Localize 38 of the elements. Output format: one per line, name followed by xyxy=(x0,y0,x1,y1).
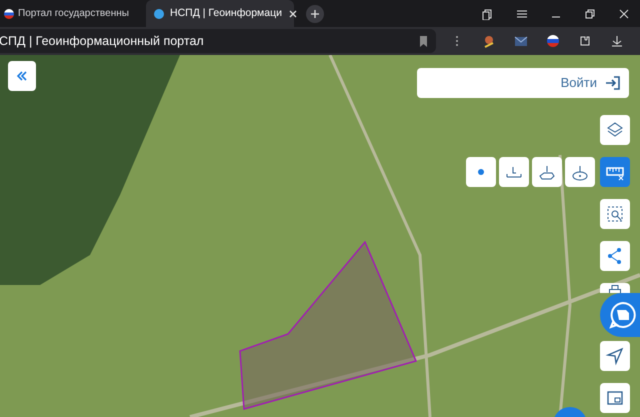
login-button[interactable]: Войти xyxy=(417,68,629,98)
close-icon[interactable] xyxy=(288,8,298,18)
download-icon[interactable] xyxy=(610,34,624,48)
tab-title: Портал государственны xyxy=(18,7,130,21)
ellipse-tool-button[interactable] xyxy=(565,157,595,187)
browser-tab[interactable]: НСПД | Геоинформаци xyxy=(146,0,294,27)
area-tool-button[interactable] xyxy=(532,157,562,187)
restore-icon[interactable] xyxy=(584,8,596,20)
tabs-icon[interactable] xyxy=(482,8,494,20)
print-tool-button[interactable] xyxy=(600,283,630,293)
favicon-icon xyxy=(4,8,14,18)
tab-title: НСПД | Геоинформаци xyxy=(170,6,282,21)
login-icon xyxy=(605,75,621,91)
layers-tool-button[interactable] xyxy=(600,115,630,145)
select-tool-button[interactable] xyxy=(600,199,630,229)
favicon-icon xyxy=(154,8,164,18)
selection-zoom-icon xyxy=(605,204,625,224)
collapse-panel-button[interactable] xyxy=(8,61,36,91)
plus-icon xyxy=(310,8,320,18)
menu-icon[interactable] xyxy=(516,8,528,20)
browser-tab[interactable]: Портал государственны xyxy=(0,0,146,27)
close-icon[interactable] xyxy=(618,8,630,20)
share-tool-button[interactable] xyxy=(600,241,630,271)
mail-icon[interactable] xyxy=(514,34,528,48)
navigation-arrow-icon xyxy=(605,346,625,366)
puzzle-icon[interactable] xyxy=(578,34,592,48)
extension-icon[interactable] xyxy=(482,34,496,48)
ruler-tool-button[interactable] xyxy=(600,157,630,187)
point-tool-button[interactable] xyxy=(466,157,496,187)
line-tool-button[interactable] xyxy=(499,157,529,187)
flag-icon[interactable] xyxy=(546,34,560,48)
chat-bubble-icon xyxy=(608,300,638,330)
new-tab-button[interactable] xyxy=(306,4,324,22)
printer-icon xyxy=(609,285,621,293)
locate-tool-button[interactable] xyxy=(600,341,630,371)
window-tool-button[interactable] xyxy=(600,383,630,413)
double-chevron-icon xyxy=(16,70,28,82)
bookmark-icon[interactable] xyxy=(419,36,428,46)
